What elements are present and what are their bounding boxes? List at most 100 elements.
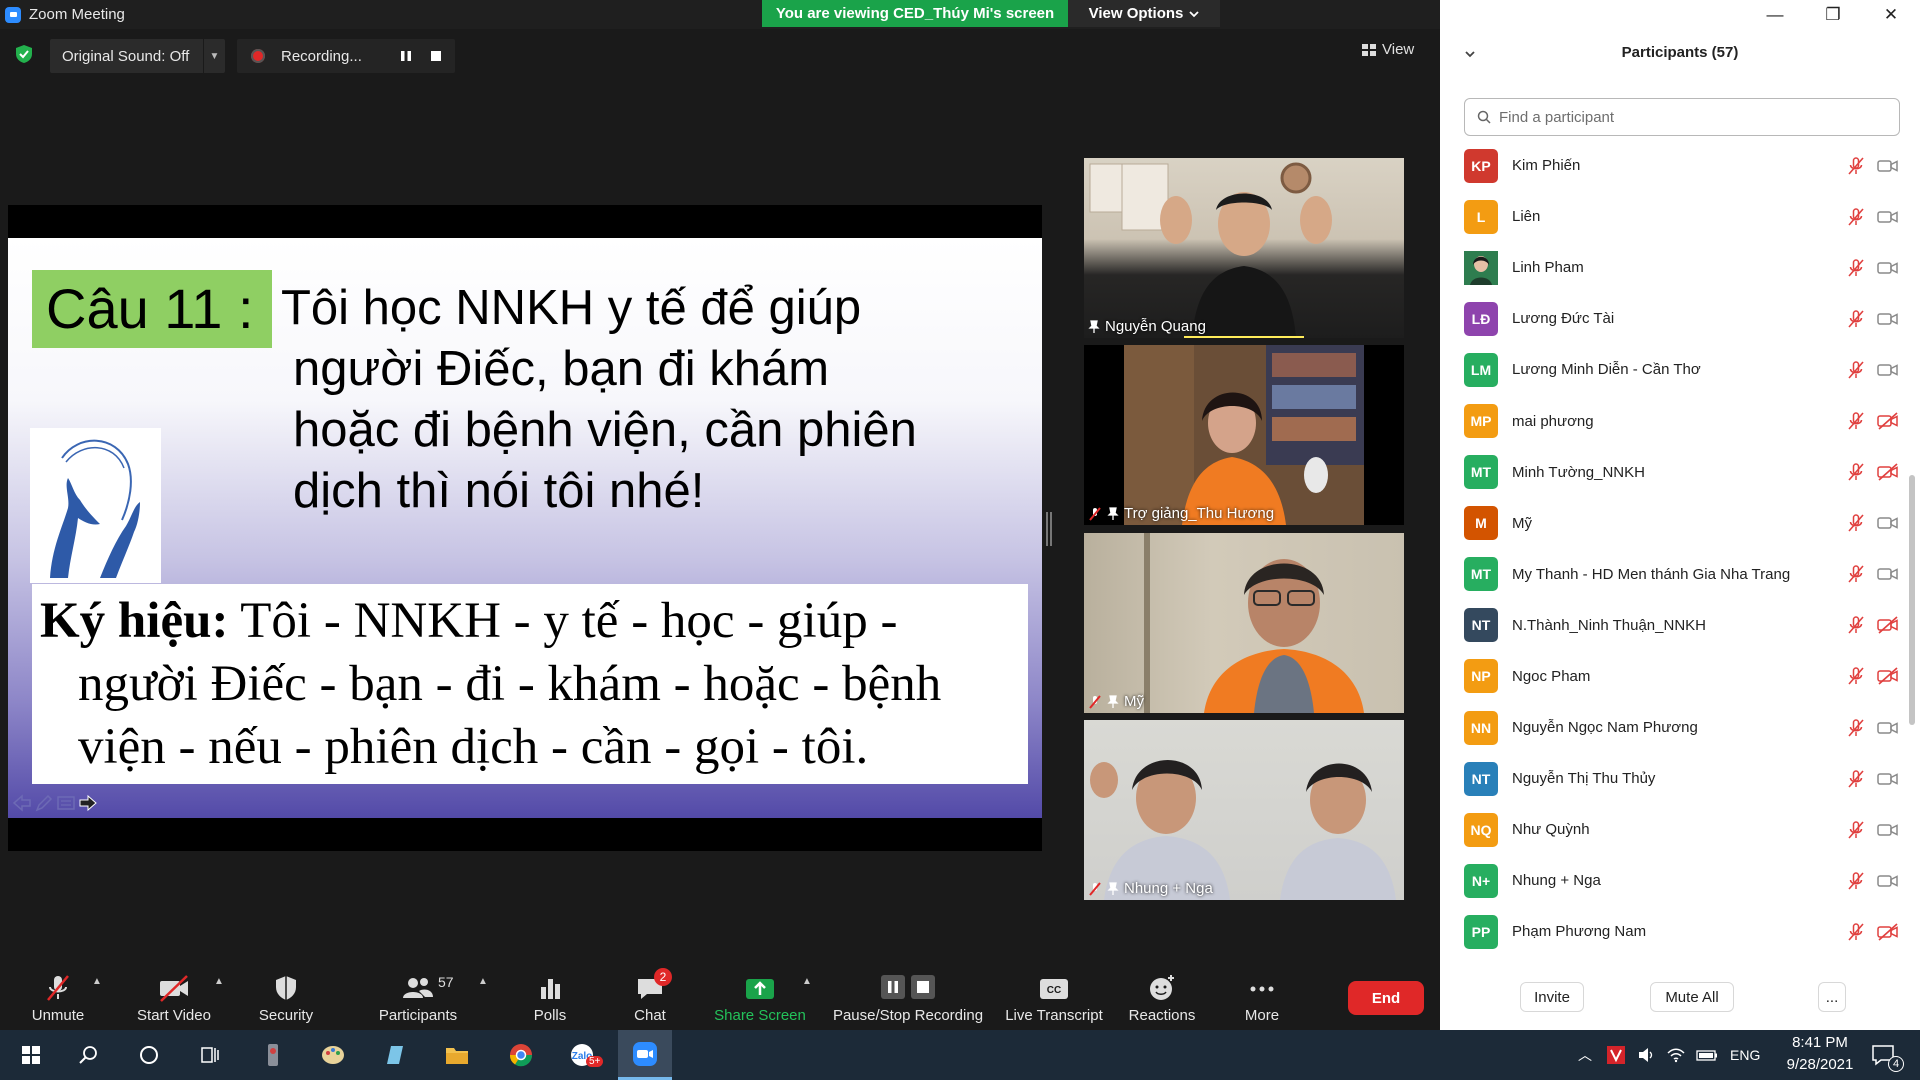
- participant-row[interactable]: M Mỹ: [1440, 498, 1910, 549]
- pen-icon[interactable]: [34, 794, 54, 812]
- shared-screen[interactable]: Câu 11 : Tôi học NNKH y tế để giúp người…: [8, 205, 1042, 851]
- mic-muted-icon[interactable]: [1846, 769, 1866, 789]
- view-options-button[interactable]: View Options: [1068, 0, 1220, 27]
- mic-muted-icon[interactable]: [1846, 207, 1866, 227]
- mute-all-button[interactable]: Mute All: [1650, 982, 1734, 1012]
- participant-row[interactable]: L Liên: [1440, 191, 1910, 242]
- splitter-handle[interactable]: [1046, 512, 1052, 546]
- original-sound-button[interactable]: Original Sound: Off ▼: [50, 39, 225, 73]
- video-icon[interactable]: [1876, 564, 1900, 584]
- taskbar-app-recorder[interactable]: [246, 1030, 300, 1080]
- encryption-shield-icon[interactable]: [14, 44, 34, 64]
- participants-options-caret-icon[interactable]: ▲: [478, 976, 488, 987]
- end-meeting-button[interactable]: End: [1348, 981, 1424, 1015]
- participant-row[interactable]: LM Lương Minh Diễn - Cần Thơ: [1440, 344, 1910, 395]
- pause-icon[interactable]: [399, 49, 413, 63]
- cortana-button[interactable]: [122, 1030, 176, 1080]
- video-tile[interactable]: Nhung + Nga: [1084, 720, 1404, 900]
- menu-icon[interactable]: [56, 794, 76, 812]
- taskbar-app-paint[interactable]: [306, 1030, 360, 1080]
- start-video-button[interactable]: Start Video: [132, 960, 216, 1030]
- participant-row[interactable]: KP Kim Phiến: [1440, 140, 1910, 191]
- participant-row[interactable]: Linh Pham: [1440, 242, 1910, 293]
- participant-row[interactable]: NP Ngoc Pham: [1440, 651, 1910, 702]
- taskbar-search-button[interactable]: [62, 1030, 116, 1080]
- show-hidden-icons-chevron-icon[interactable]: ︿: [1578, 1045, 1592, 1065]
- taskbar-app-zalo[interactable]: Zalo 5+: [556, 1030, 610, 1080]
- volume-icon[interactable]: [1636, 1045, 1656, 1065]
- participant-row[interactable]: NQ Như Quỳnh: [1440, 804, 1910, 855]
- video-off-icon[interactable]: [1876, 462, 1900, 482]
- video-icon[interactable]: [1876, 207, 1900, 227]
- video-icon[interactable]: [1876, 360, 1900, 380]
- video-off-icon[interactable]: [1876, 615, 1900, 635]
- video-icon[interactable]: [1876, 309, 1900, 329]
- windows-start-button[interactable]: [4, 1030, 58, 1080]
- reactions-button[interactable]: Reactions: [1126, 960, 1198, 1030]
- taskbar-app-file-explorer[interactable]: [430, 1030, 484, 1080]
- video-tile[interactable]: Mỹ: [1084, 533, 1404, 713]
- arrow-left-icon[interactable]: [12, 794, 32, 812]
- video-off-icon[interactable]: [1876, 411, 1900, 431]
- participant-row[interactable]: NT Nguyễn Thị Thu Thủy: [1440, 753, 1910, 804]
- mic-muted-icon[interactable]: [1846, 462, 1866, 482]
- video-tile[interactable]: Nguyễn Quang: [1084, 158, 1404, 338]
- taskbar-clock[interactable]: 8:41 PM 9/28/2021: [1772, 1032, 1868, 1076]
- video-icon[interactable]: [1876, 156, 1900, 176]
- video-icon[interactable]: [1876, 513, 1900, 533]
- wifi-icon[interactable]: [1666, 1045, 1686, 1065]
- security-button[interactable]: Security: [254, 960, 318, 1030]
- caret-down-icon[interactable]: ▼: [203, 39, 225, 73]
- invite-button[interactable]: Invite: [1520, 982, 1584, 1012]
- video-icon[interactable]: [1876, 769, 1900, 789]
- mic-muted-icon[interactable]: [1846, 564, 1866, 584]
- unmute-button[interactable]: Unmute: [26, 960, 90, 1030]
- task-view-button[interactable]: [182, 1030, 236, 1080]
- more-options-button[interactable]: ...: [1818, 982, 1846, 1012]
- minimize-button[interactable]: —: [1746, 0, 1804, 29]
- slide-navigation[interactable]: [12, 794, 98, 812]
- mic-muted-icon[interactable]: [1846, 411, 1866, 431]
- maximize-button[interactable]: ❐: [1804, 0, 1862, 29]
- find-participant-input[interactable]: Find a participant: [1464, 98, 1900, 136]
- participant-row[interactable]: MT My Thanh - HD Men thánh Gia Nha Trang: [1440, 549, 1910, 600]
- battery-icon[interactable]: [1696, 1045, 1718, 1065]
- participant-row[interactable]: N+ Nhung + Nga: [1440, 855, 1910, 906]
- close-button[interactable]: ✕: [1862, 0, 1920, 29]
- mic-muted-icon[interactable]: [1846, 820, 1866, 840]
- taskbar-app-chrome[interactable]: [494, 1030, 548, 1080]
- participant-row[interactable]: MT Minh Tường_NNKH: [1440, 447, 1910, 498]
- mic-muted-icon[interactable]: [1846, 666, 1866, 686]
- pause-stop-recording-button[interactable]: Pause/Stop Recording: [832, 960, 984, 1030]
- arrow-right-icon[interactable]: [78, 794, 98, 812]
- more-button[interactable]: More: [1240, 960, 1284, 1030]
- share-screen-button[interactable]: Share Screen: [712, 960, 808, 1030]
- mic-muted-icon[interactable]: [1846, 309, 1866, 329]
- taskbar-app-zoom[interactable]: [618, 1030, 672, 1080]
- mic-muted-icon[interactable]: [1846, 513, 1866, 533]
- share-options-caret-icon[interactable]: ▲: [802, 976, 812, 987]
- participant-row[interactable]: NT N.Thành_Ninh Thuận_NNKH: [1440, 600, 1910, 651]
- video-tile[interactable]: Trợ giảng_Thu Hương: [1084, 345, 1404, 525]
- video-icon[interactable]: [1876, 718, 1900, 738]
- live-transcript-button[interactable]: CC Live Transcript: [1002, 960, 1106, 1030]
- video-icon[interactable]: [1876, 871, 1900, 891]
- video-icon[interactable]: [1876, 820, 1900, 840]
- mic-muted-icon[interactable]: [1846, 718, 1866, 738]
- participant-row[interactable]: LĐ Lương Đức Tài: [1440, 293, 1910, 344]
- mic-muted-icon[interactable]: [1846, 871, 1866, 891]
- input-language[interactable]: ENG: [1730, 1047, 1760, 1063]
- mic-muted-icon[interactable]: [1846, 258, 1866, 278]
- video-off-icon[interactable]: [1876, 922, 1900, 942]
- mic-muted-icon[interactable]: [1846, 615, 1866, 635]
- stop-icon[interactable]: [429, 49, 443, 63]
- video-options-caret-icon[interactable]: ▲: [214, 976, 224, 987]
- audio-options-caret-icon[interactable]: ▲: [92, 976, 102, 987]
- view-button[interactable]: View: [1362, 41, 1414, 58]
- mic-muted-icon[interactable]: [1846, 156, 1866, 176]
- participant-row[interactable]: MP mai phương: [1440, 395, 1910, 446]
- video-icon[interactable]: [1876, 258, 1900, 278]
- taskbar-app-notes[interactable]: [368, 1030, 422, 1080]
- video-off-icon[interactable]: [1876, 666, 1900, 686]
- mic-muted-icon[interactable]: [1846, 360, 1866, 380]
